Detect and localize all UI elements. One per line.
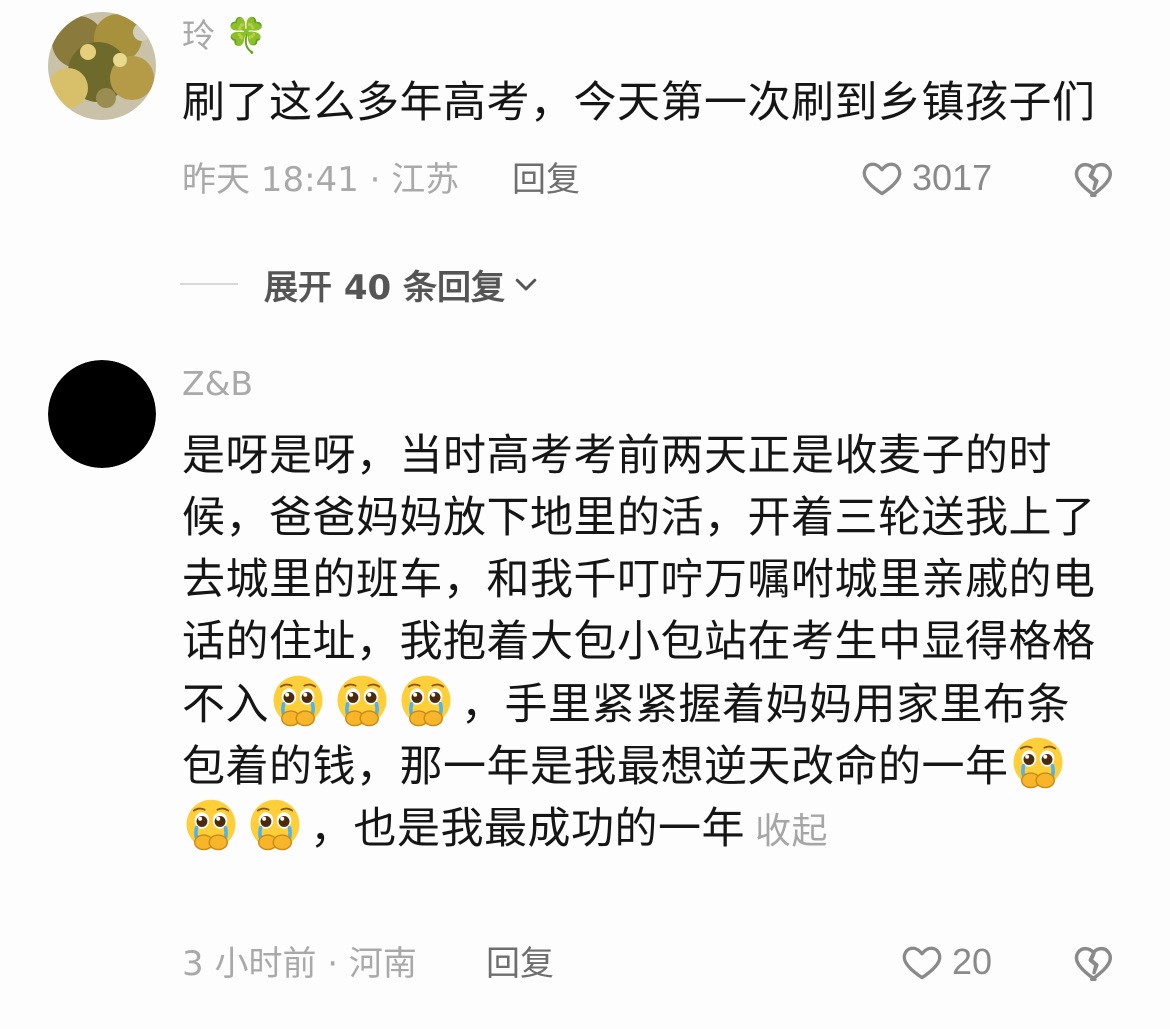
expand-replies-button[interactable]: 展开 40 条回复 [180,262,541,308]
comment-text: 不入 [182,680,269,730]
pleading-crying-emoji [246,797,304,855]
comment-2: Z&B 是呀是呀，当时高考考前两天正是收麦子的时 候，爸爸妈妈放下地里的活，开着… [0,350,1170,1029]
username-text: 玲 [182,16,215,55]
avatar[interactable] [48,12,156,120]
comment-meta: 昨天 18:41 · 江苏 [182,160,460,200]
comment-line: 是呀是呀，当时高考考前两天正是收麦子的时 [182,431,1052,481]
like-count: 3017 [912,157,993,198]
comment-text: ，也是我最成功的一年 [310,804,745,854]
expand-replies-label: 展开 40 条回复 [264,267,505,308]
pleading-crying-emoji [333,673,391,731]
comment-line: 话的住址，我抱着大包小包站在考生中显得格格 [182,617,1096,667]
username[interactable]: 玲 🍀 [182,16,267,56]
avatar[interactable] [48,360,156,468]
username[interactable]: Z&B [182,364,253,404]
pleading-crying-emoji [182,797,240,855]
pleading-crying-emoji [1009,735,1067,793]
heart-outline-icon [862,162,902,196]
comment-text: 包着的钱，那一年是我最想逆天改命的一年 [182,742,1009,792]
dislike-button[interactable] [1072,940,1118,990]
like-button[interactable]: 3017 [860,156,992,200]
chevron-down-icon [515,278,537,291]
comment-text: ，手里紧紧握着妈妈用家里布条 [461,680,1070,730]
comment-body: 是呀是呀，当时高考考前两天正是收麦子的时 候，爸爸妈妈放下地里的活，开着三轮送我… [182,425,1142,859]
heart-outline-icon [902,946,942,980]
comment-line: 刷了这么多年高考，今天第一次刷到乡镇孩子们 [182,78,1096,128]
comment-line: 不入 ，手里紧紧握着妈妈用家里布条 [182,673,1142,735]
divider [180,283,238,285]
like-count: 20 [952,941,993,982]
broken-heart-icon [1074,946,1112,982]
pleading-crying-emoji [269,673,327,731]
dislike-button[interactable] [1072,156,1118,206]
comment-1: 玲 🍀 刷了这么多年高考，今天第一次刷到乡镇孩子们 昨天 18:41 · 江苏 回… [0,0,1170,230]
clover-emoji: 🍀 [225,16,268,56]
reply-button[interactable]: 回复 [486,944,554,984]
reply-button[interactable]: 回复 [512,160,580,200]
broken-heart-icon [1074,162,1112,198]
comment-line: 候，爸爸妈妈放下地里的活，开着三轮送我上了 [182,493,1096,543]
pleading-crying-emoji [397,673,455,731]
comment-line: 去城里的班车，和我千叮咛万嘱咐城里亲戚的电 [182,555,1096,605]
comment-line: ，也是我最成功的一年 收起 [182,797,1142,859]
comment-meta: 3 小时前 · 河南 [182,944,417,984]
like-button[interactable]: 20 [900,940,992,984]
collapse-link[interactable]: 收起 [755,811,828,852]
comment-line: 包着的钱，那一年是我最想逆天改命的一年 [182,735,1142,797]
comment-body: 刷了这么多年高考，今天第一次刷到乡镇孩子们 [182,72,1142,134]
